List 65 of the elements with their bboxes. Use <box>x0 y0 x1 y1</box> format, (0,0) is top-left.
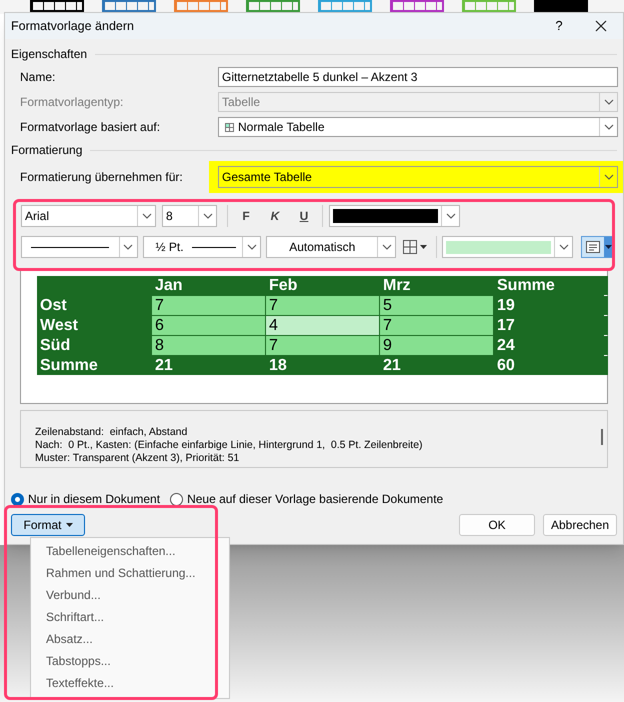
menu-item[interactable]: Tabelleneigenschaften... <box>31 540 229 562</box>
menu-item[interactable]: Schriftart... <box>31 606 229 628</box>
bold-button[interactable]: F <box>234 205 258 227</box>
dropdown-field[interactable]: Normale Tabelle <box>218 117 618 137</box>
table-cell: 8 <box>152 336 265 355</box>
menu-item[interactable]: Tabstopps... <box>31 650 229 672</box>
scrollbar-thumb[interactable] <box>601 429 603 445</box>
description-text: Nach: 0 Pt., Kasten: (Einfache einfarbige Linie, Hintergrund 1, 0.5 Pt. Zeilenbreite) <box>35 439 424 452</box>
group-heading: Eigenschaften <box>11 46 88 63</box>
underline-button[interactable]: U <box>292 205 316 227</box>
caret-icon <box>605 245 612 249</box>
menu-item[interactable]: Rahmen und Schattierung... <box>31 562 229 584</box>
input-field[interactable]: Gitternetztabelle 5 dunkel – Akzent 3 <box>218 67 618 87</box>
table-style-thumbnail[interactable] <box>390 0 444 12</box>
table-cell: 7 <box>266 296 379 315</box>
table-style-thumbnail[interactable] <box>462 0 516 12</box>
border-color-dropdown[interactable]: Automatisch <box>266 236 396 258</box>
paragraph-icon <box>586 241 600 253</box>
table-style-thumbnail[interactable] <box>102 0 156 12</box>
font-color-dropdown[interactable] <box>329 205 460 227</box>
font-dropdown[interactable]: Arial <box>21 205 156 227</box>
line-weight-dropdown[interactable]: ½ Pt. <box>142 236 262 258</box>
table-style-thumbnail[interactable] <box>318 0 372 12</box>
size-dropdown[interactable]: 8 <box>162 205 217 227</box>
field-label: Name: <box>20 69 56 86</box>
radio-label: Neue auf dieser Vorlage basierende Dokumente <box>187 491 444 508</box>
table-style-thumbnail[interactable] <box>534 0 588 12</box>
radio-button[interactable] <box>170 492 184 506</box>
caret-icon <box>420 245 428 249</box>
line-style-sample <box>192 246 236 248</box>
menu-item[interactable]: Texteffekte... <box>31 672 229 694</box>
window-title: Formatvorlage ändern <box>11 18 135 35</box>
cancel-button[interactable]: Abbrechen <box>543 514 617 536</box>
alignment-button[interactable] <box>581 236 615 258</box>
group-heading: Formatierung <box>11 142 82 159</box>
description-text: Zeilenabstand: einfach, Abstand <box>35 426 188 439</box>
table-cell: 5 <box>380 296 493 315</box>
table-cell: 9 <box>380 336 493 355</box>
format-button[interactable]: Format <box>11 514 85 536</box>
line-style-dropdown[interactable] <box>21 236 138 258</box>
line-weight-value: ½ Pt. <box>156 239 184 256</box>
dropdown-field[interactable]: Gesamte Tabelle <box>218 166 618 188</box>
description-text: Muster: Transparent (Akzent 3), Priorität: 51 <box>35 452 240 465</box>
table-cell: 4 <box>266 316 379 335</box>
radio-label: Nur in diesem Dokument <box>28 491 160 508</box>
field-label: Formatvorlagentyp: <box>20 94 124 111</box>
table-cell: 7 <box>266 336 379 355</box>
borders-icon <box>403 240 418 254</box>
table-style-thumbnail[interactable] <box>246 0 300 12</box>
field-label: Formatierung übernehmen für: <box>20 169 184 186</box>
italic-button[interactable]: K <box>264 205 286 227</box>
close-icon <box>595 20 607 32</box>
ok-button[interactable]: OK <box>459 514 535 536</box>
menu-item[interactable]: Absatz... <box>31 628 229 650</box>
table-style-thumbnail[interactable] <box>174 0 228 12</box>
table-cell: 7 <box>152 296 265 315</box>
help-button[interactable]: ? <box>539 13 579 39</box>
table-cell: 7 <box>380 316 493 335</box>
field-label: Formatvorlage basiert auf: <box>20 119 162 136</box>
radio-button[interactable] <box>11 492 24 506</box>
menu-item[interactable]: Verbund... <box>31 584 229 606</box>
table-icon <box>225 122 234 132</box>
caret-icon <box>66 523 72 527</box>
table-cell: 6 <box>152 316 265 335</box>
table-style-thumbnail[interactable] <box>30 0 84 12</box>
